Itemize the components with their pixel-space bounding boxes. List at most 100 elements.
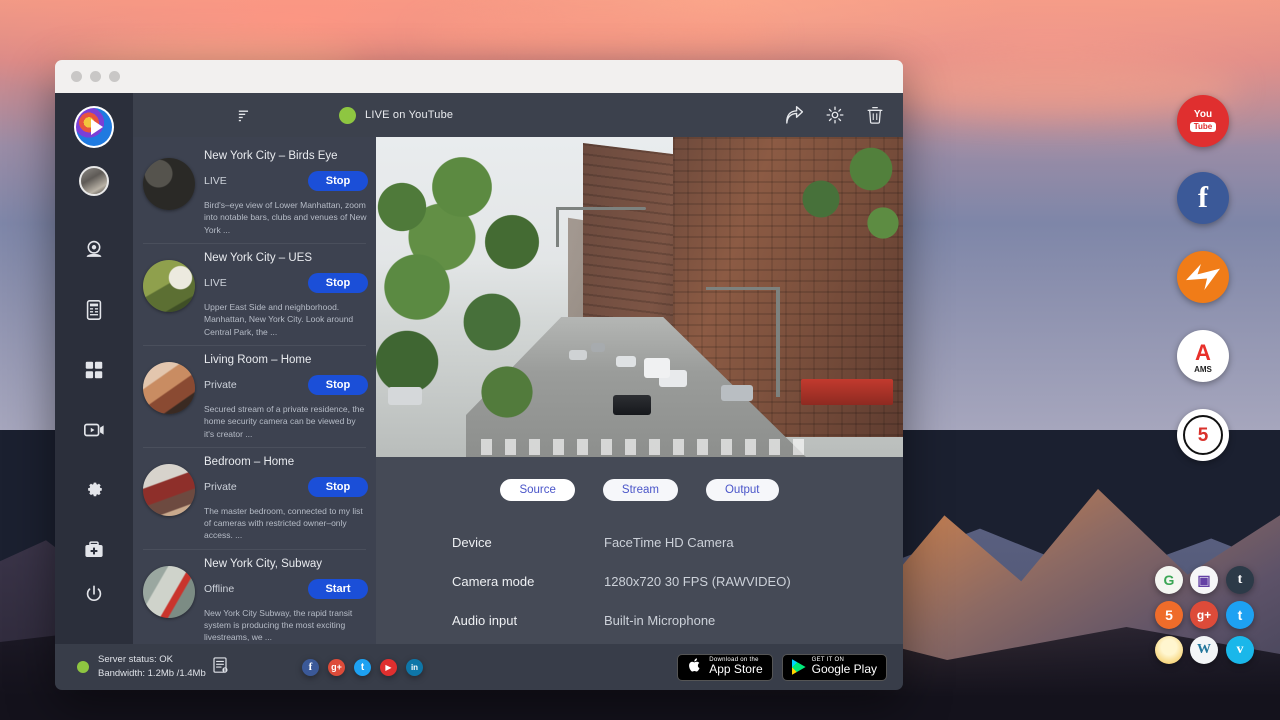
- video-player-icon: [83, 419, 105, 446]
- camera-toggle-button[interactable]: Stop: [308, 273, 368, 293]
- google-play-main: Google Play: [812, 663, 877, 677]
- camera-thumbnail: [143, 362, 195, 414]
- google-play-badge[interactable]: GET IT ON Google Play: [782, 654, 887, 681]
- mini-icon-sun[interactable]: [1155, 636, 1183, 664]
- app-store-badge[interactable]: Download on the App Store: [677, 654, 772, 681]
- video-car-foreground: [613, 395, 651, 415]
- sort-list-icon[interactable]: [236, 107, 253, 124]
- camera-title: New York City – Birds Eye: [204, 150, 368, 162]
- main-area: LIVE on YouTube: [133, 93, 903, 644]
- camera-toggle-button[interactable]: Stop: [308, 375, 368, 395]
- minimize-button[interactable]: [90, 71, 101, 82]
- tab-stream[interactable]: Stream: [603, 479, 678, 501]
- social-icon-youtube[interactable]: ▶: [380, 659, 397, 676]
- youtube-wordmark-bottom: Tube: [1190, 122, 1217, 132]
- property-list: Device FaceTime HD Camera Camera mode 12…: [376, 501, 903, 652]
- property-value[interactable]: FaceTime HD Camera: [604, 535, 734, 550]
- close-button[interactable]: [71, 71, 82, 82]
- camera-toggle-button[interactable]: Start: [308, 579, 368, 599]
- sidebar-item-toolkit[interactable]: [74, 532, 114, 572]
- trash-icon[interactable]: [865, 105, 885, 125]
- sidebar-item-grid[interactable]: [74, 352, 114, 392]
- window-titlebar: [55, 60, 903, 93]
- maximize-button[interactable]: [109, 71, 120, 82]
- document-icon[interactable]: [211, 656, 229, 679]
- server-status-dot: [77, 661, 89, 673]
- mini-icon-vimeo[interactable]: v: [1226, 636, 1254, 664]
- mini-service-grid: G ▣ t 5 g+ t W v: [1155, 566, 1259, 666]
- video-traffic-arm: [706, 287, 780, 290]
- grid-icon: [83, 359, 105, 386]
- topbar-left: [149, 107, 339, 124]
- first-aid-kit-icon: [83, 539, 105, 566]
- camera-thumbnail: [143, 158, 195, 210]
- property-value[interactable]: 1280x720 30 FPS (RAWVIDEO): [604, 574, 791, 589]
- service-icon-adobe-ams[interactable]: [1177, 251, 1229, 303]
- live-status-group: LIVE on YouTube: [339, 107, 784, 124]
- share-arrow-icon[interactable]: [784, 105, 805, 126]
- camera-toggle-button[interactable]: Stop: [308, 171, 368, 191]
- camera-list-item[interactable]: Bedroom – Home Private Stop The master b…: [133, 447, 376, 549]
- video-traffic-pole: [776, 287, 780, 397]
- social-icon-facebook[interactable]: f: [302, 659, 319, 676]
- camera-list: New York City – Birds Eye LIVE Stop Bird…: [133, 137, 376, 644]
- server-status-text: Server status: OK Bandwidth: 1.2Mb /1.4M…: [98, 653, 206, 681]
- video-preview[interactable]: [376, 137, 903, 457]
- camera-status: Private: [204, 481, 237, 493]
- camera-description: The master bedroom, connected to my list…: [204, 505, 368, 542]
- social-icon-twitter[interactable]: t: [354, 659, 371, 676]
- sidebar-item-app-logo[interactable]: [74, 107, 114, 147]
- camera-thumbnail: [143, 566, 195, 618]
- webcam-icon: [83, 239, 105, 266]
- adobe-ams-label: AMS: [1194, 365, 1212, 374]
- video-streetlight-pole: [556, 207, 559, 247]
- camera-list-item[interactable]: New York City – Birds Eye LIVE Stop Bird…: [133, 141, 376, 243]
- camera-status: Offline: [204, 583, 234, 595]
- detail-tabs: Source Stream Output: [376, 479, 903, 501]
- property-value[interactable]: Built-in Microphone: [604, 613, 715, 628]
- mini-icon-groups[interactable]: G: [1155, 566, 1183, 594]
- sidebar-item-cameras[interactable]: [74, 232, 114, 272]
- camera-toggle-button[interactable]: Stop: [308, 477, 368, 497]
- sidebar-item-settings[interactable]: [74, 472, 114, 512]
- avatar-icon: [79, 166, 109, 196]
- service-icon-target-five[interactable]: 5: [1177, 409, 1229, 461]
- camera-status: LIVE: [204, 277, 227, 289]
- mini-icon-tumblr[interactable]: t: [1226, 566, 1254, 594]
- camera-status: LIVE: [204, 175, 227, 187]
- gear-icon: [83, 479, 105, 506]
- service-icon-youtube[interactable]: You Tube: [1177, 95, 1229, 147]
- sidebar-item-player[interactable]: [74, 412, 114, 452]
- video-streetlight-arm: [556, 207, 646, 210]
- camera-list-item[interactable]: New York City, Subway Offline Start New …: [133, 549, 376, 651]
- property-key: Audio input: [452, 613, 604, 628]
- camera-title: New York City – UES: [204, 252, 368, 264]
- mini-icon-twitter[interactable]: t: [1226, 601, 1254, 629]
- camera-list-item[interactable]: New York City – UES LIVE Stop Upper East…: [133, 243, 376, 345]
- video-car-silver: [721, 385, 753, 401]
- mini-icon-twitch[interactable]: ▣: [1190, 566, 1218, 594]
- tab-output[interactable]: Output: [706, 479, 779, 501]
- gear-icon[interactable]: [825, 105, 845, 125]
- sidebar-item-power[interactable]: [74, 577, 114, 617]
- target-ring-icon: [1183, 415, 1223, 455]
- topbar: LIVE on YouTube: [133, 93, 903, 137]
- camera-list-item[interactable]: Living Room – Home Private Stop Secured …: [133, 345, 376, 447]
- property-row-audio-input: Audio input Built-in Microphone: [452, 613, 903, 628]
- mini-icon-smashcast[interactable]: 5: [1155, 601, 1183, 629]
- sidebar-item-device[interactable]: [74, 292, 114, 332]
- footer-statusbar: Server status: OK Bandwidth: 1.2Mb /1.4M…: [55, 644, 903, 690]
- service-icon-wowza[interactable]: A AMS: [1177, 330, 1229, 382]
- server-status-group: Server status: OK Bandwidth: 1.2Mb /1.4M…: [55, 653, 298, 681]
- power-icon: [83, 584, 105, 611]
- sidebar-item-user-avatar[interactable]: [74, 161, 114, 201]
- video-car-far-2: [591, 343, 605, 352]
- tab-source[interactable]: Source: [500, 479, 574, 501]
- mini-icon-wordpress[interactable]: W: [1190, 636, 1218, 664]
- mini-icon-google-plus[interactable]: g+: [1190, 601, 1218, 629]
- social-icon-google-plus[interactable]: g+: [328, 659, 345, 676]
- service-icon-facebook[interactable]: f: [1177, 172, 1229, 224]
- footer-social-links: f g+ t ▶ in: [298, 659, 677, 676]
- wowza-bolt-icon: [1186, 264, 1220, 290]
- social-icon-linkedin[interactable]: in: [406, 659, 423, 676]
